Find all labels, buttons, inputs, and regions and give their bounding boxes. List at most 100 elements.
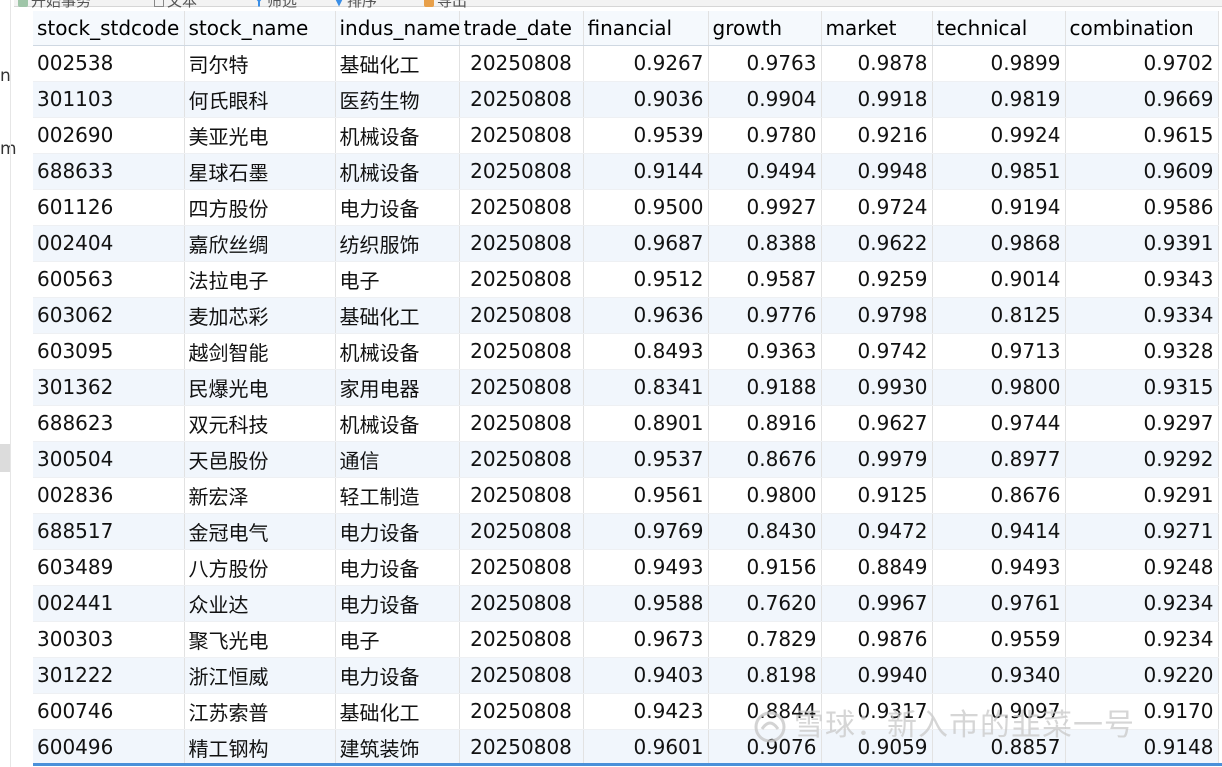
cell-indus-name[interactable]: 纺织服饰	[335, 225, 460, 262]
cell-combination[interactable]: 0.9328	[1065, 333, 1219, 370]
cell-indus-name[interactable]: 电力设备	[335, 189, 460, 226]
cell-indus-name[interactable]: 基础化工	[335, 45, 460, 82]
cell-financial[interactable]: 0.9537	[583, 441, 709, 478]
cell-market[interactable]: 0.9742	[821, 333, 933, 370]
cell-growth[interactable]: 0.9904	[708, 81, 822, 118]
table-row[interactable]: 002836 新宏泽 轻工制造 20250808 0.9561 0.9800 0.9125 0…	[33, 477, 1219, 514]
cell-stock-stdcode[interactable]: 603095	[33, 333, 185, 370]
cell-financial[interactable]: 0.9512	[583, 261, 709, 298]
cell-stock-stdcode[interactable]: 600563	[33, 261, 185, 298]
cell-trade-date[interactable]: 20250808	[459, 549, 584, 586]
cell-stock-stdcode[interactable]: 002836	[33, 477, 185, 514]
cell-combination[interactable]: 0.9271	[1065, 513, 1219, 550]
cell-trade-date[interactable]: 20250808	[459, 333, 584, 370]
cell-market[interactable]: 0.9125	[821, 477, 933, 514]
cell-stock-stdcode[interactable]: 002441	[33, 585, 185, 622]
cell-market[interactable]: 0.9967	[821, 585, 933, 622]
column-header-indus-name[interactable]: indus_name	[335, 11, 460, 46]
table-row[interactable]: 601126 四方股份 电力设备 20250808 0.9500 0.9927 0.9724…	[33, 189, 1219, 226]
cell-trade-date[interactable]: 20250808	[459, 585, 584, 622]
cell-technical[interactable]: 0.8676	[932, 477, 1066, 514]
cell-stock-stdcode[interactable]: 002538	[33, 45, 185, 82]
cell-stock-name[interactable]: 八方股份	[184, 549, 336, 586]
result-grid[interactable]: stock_stdcode stock_name indus_name trade_d…	[33, 11, 1222, 767]
cell-market[interactable]: 0.9627	[821, 405, 933, 442]
cell-trade-date[interactable]: 20250808	[459, 297, 584, 334]
cell-indus-name[interactable]: 机械设备	[335, 153, 460, 190]
cell-growth[interactable]: 0.8388	[708, 225, 822, 262]
cell-combination[interactable]: 0.9609	[1065, 153, 1219, 190]
cell-financial[interactable]: 0.9423	[583, 693, 709, 730]
cell-stock-name[interactable]: 民爆光电	[184, 369, 336, 406]
cell-financial[interactable]: 0.9561	[583, 477, 709, 514]
cell-market[interactable]: 0.9878	[821, 45, 933, 82]
cell-stock-name[interactable]: 星球石墨	[184, 153, 336, 190]
cell-stock-name[interactable]: 众业达	[184, 585, 336, 622]
cell-trade-date[interactable]: 20250808	[459, 693, 584, 730]
cell-trade-date[interactable]: 20250808	[459, 261, 584, 298]
cell-combination[interactable]: 0.9702	[1065, 45, 1219, 82]
table-row[interactable]: 603489 八方股份 电力设备 20250808 0.9493 0.9156 0.8849…	[33, 549, 1219, 586]
cell-growth[interactable]: 0.9776	[708, 297, 822, 334]
cell-growth[interactable]: 0.9076	[708, 729, 822, 766]
cell-stock-name[interactable]: 越剑智能	[184, 333, 336, 370]
cell-stock-name[interactable]: 四方股份	[184, 189, 336, 226]
cell-growth[interactable]: 0.9763	[708, 45, 822, 82]
cell-trade-date[interactable]: 20250808	[459, 153, 584, 190]
cell-technical[interactable]: 0.9559	[932, 621, 1066, 658]
cell-technical[interactable]: 0.9713	[932, 333, 1066, 370]
cell-trade-date[interactable]: 20250808	[459, 369, 584, 406]
cell-stock-name[interactable]: 江苏索普	[184, 693, 336, 730]
cell-stock-stdcode[interactable]: 688517	[33, 513, 185, 550]
cell-technical[interactable]: 0.9924	[932, 117, 1066, 154]
cell-trade-date[interactable]: 20250808	[459, 621, 584, 658]
cell-market[interactable]: 0.9216	[821, 117, 933, 154]
cell-growth[interactable]: 0.8676	[708, 441, 822, 478]
cell-stock-name[interactable]: 精工钢构	[184, 729, 336, 766]
cell-combination[interactable]: 0.9234	[1065, 621, 1219, 658]
left-panel-selection[interactable]	[0, 444, 10, 472]
cell-stock-name[interactable]: 法拉电子	[184, 261, 336, 298]
cell-growth[interactable]: 0.8844	[708, 693, 822, 730]
column-header-growth[interactable]: growth	[708, 11, 822, 46]
table-row[interactable]: 002690 美亚光电 机械设备 20250808 0.9539 0.9780 0.9216…	[33, 117, 1219, 154]
cell-stock-name[interactable]: 双元科技	[184, 405, 336, 442]
cell-trade-date[interactable]: 20250808	[459, 405, 584, 442]
cell-market[interactable]: 0.9259	[821, 261, 933, 298]
cell-trade-date[interactable]: 20250808	[459, 513, 584, 550]
filter-button[interactable]: 筛选	[254, 0, 297, 11]
cell-combination[interactable]: 0.9315	[1065, 369, 1219, 406]
column-header-stock-name[interactable]: stock_name	[184, 11, 336, 46]
cell-market[interactable]: 0.9622	[821, 225, 933, 262]
column-header-stock-stdcode[interactable]: stock_stdcode	[33, 11, 185, 46]
cell-technical[interactable]: 0.9899	[932, 45, 1066, 82]
cell-indus-name[interactable]: 建筑装饰	[335, 729, 460, 766]
cell-market[interactable]: 0.9876	[821, 621, 933, 658]
cell-indus-name[interactable]: 轻工制造	[335, 477, 460, 514]
cell-technical[interactable]: 0.9414	[932, 513, 1066, 550]
table-row[interactable]: 600746 江苏索普 基础化工 20250808 0.9423 0.8844 0.9317…	[33, 693, 1219, 730]
cell-combination[interactable]: 0.9669	[1065, 81, 1219, 118]
cell-financial[interactable]: 0.9769	[583, 513, 709, 550]
cell-indus-name[interactable]: 电力设备	[335, 585, 460, 622]
cell-stock-name[interactable]: 美亚光电	[184, 117, 336, 154]
cell-indus-name[interactable]: 家用电器	[335, 369, 460, 406]
cell-technical[interactable]: 0.9851	[932, 153, 1066, 190]
table-row[interactable]: 600563 法拉电子 电子 20250808 0.9512 0.9587 0.9259 0.…	[33, 261, 1219, 298]
cell-indus-name[interactable]: 电力设备	[335, 549, 460, 586]
column-header-trade-date[interactable]: trade_date	[459, 11, 584, 46]
cell-combination[interactable]: 0.9292	[1065, 441, 1219, 478]
table-row[interactable]: 603095 越剑智能 机械设备 20250808 0.8493 0.9363 0.9742…	[33, 333, 1219, 370]
table-row[interactable]: 688517 金冠电气 电力设备 20250808 0.9769 0.8430 0.9472…	[33, 513, 1219, 550]
cell-technical[interactable]: 0.9761	[932, 585, 1066, 622]
cell-financial[interactable]: 0.9144	[583, 153, 709, 190]
cell-trade-date[interactable]: 20250808	[459, 477, 584, 514]
cell-market[interactable]: 0.8849	[821, 549, 933, 586]
cell-stock-name[interactable]: 司尔特	[184, 45, 336, 82]
cell-stock-stdcode[interactable]: 603489	[33, 549, 185, 586]
cell-stock-stdcode[interactable]: 002690	[33, 117, 185, 154]
column-header-market[interactable]: market	[821, 11, 933, 46]
cell-financial[interactable]: 0.9267	[583, 45, 709, 82]
cell-stock-stdcode[interactable]: 301362	[33, 369, 185, 406]
cell-stock-name[interactable]: 天邑股份	[184, 441, 336, 478]
